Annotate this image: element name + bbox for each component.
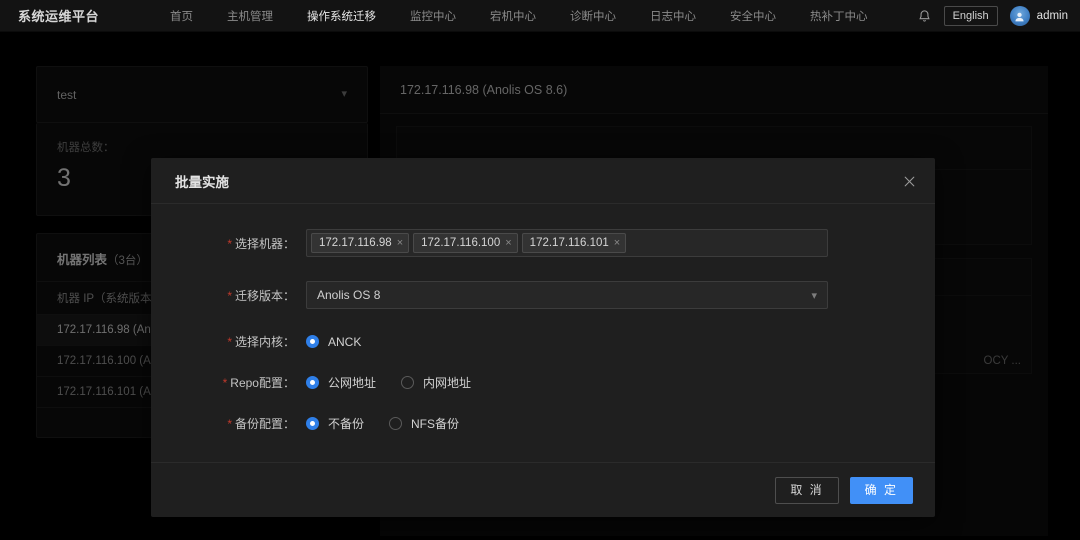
- repo-option-1[interactable]: 内网地址: [401, 374, 471, 391]
- form-row-kernel: * 选择内核： ANCK: [151, 333, 935, 350]
- machine-tag-label: 172.17.116.100: [421, 237, 501, 249]
- app-root: 系统运维平台 首页 主机管理 操作系统迁移 监控中心 宕机中心 诊断中心 日志中心 安全中心热…: [0, 0, 1080, 540]
- dialog-body: * 选择机器： 172.17.116.98 × 172.17.116.100 × 172.…: [151, 204, 935, 462]
- label-machines-text: 选择机器：: [234, 236, 295, 251]
- repo-option-label: 公网地址: [328, 376, 377, 390]
- nav-item-3[interactable]: 监控中心: [393, 8, 473, 24]
- nav-item-0[interactable]: 首页: [153, 8, 210, 24]
- backup-radio-group: 不备份 NFS备份: [306, 415, 484, 432]
- label-kernel-text: 选择内核：: [234, 335, 295, 349]
- required-star: *: [222, 376, 228, 390]
- nav-item-8[interactable]: 热补丁中心: [793, 8, 885, 24]
- language-switch-button[interactable]: English: [943, 6, 998, 26]
- version-select-value: Anolis OS 8: [317, 288, 381, 302]
- label-backup: * 备份配置：: [151, 415, 306, 432]
- version-select[interactable]: Anolis OS 8 ▾: [306, 281, 828, 309]
- label-version-text: 迁移版本：: [234, 288, 295, 303]
- machine-tag-label: 172.17.116.98: [319, 237, 392, 249]
- header-right-group: English admin: [917, 0, 1068, 32]
- main-nav: 首页 主机管理 操作系统迁移 监控中心 宕机中心 诊断中心 日志中心 安全中心 热补丁中心: [153, 8, 885, 24]
- radio-icon: [306, 376, 319, 389]
- form-row-repo: * Repo配置： 公网地址 内网地址: [151, 374, 935, 391]
- form-row-backup: * 备份配置： 不备份 NFS备份: [151, 415, 935, 432]
- machine-tag: 172.17.116.100 ×: [413, 233, 518, 253]
- machines-tag-input[interactable]: 172.17.116.98 × 172.17.116.100 × 172.17.116.…: [306, 229, 828, 257]
- nav-item-2[interactable]: 操作系统迁移: [290, 8, 393, 24]
- kernel-option-0[interactable]: ANCK: [306, 335, 361, 349]
- backup-option-0[interactable]: 不备份: [306, 415, 364, 432]
- machine-tag: 172.17.116.98 ×: [311, 233, 410, 253]
- required-star: *: [227, 335, 232, 349]
- radio-icon: [306, 417, 319, 430]
- top-header: 系统运维平台 首页 主机管理 操作系统迁移 监控中心 宕机中心 诊断中心 日志中心 安全中心热…: [0, 0, 1080, 32]
- required-star: *: [227, 236, 232, 251]
- confirm-button[interactable]: 确 定: [849, 476, 913, 504]
- dialog-footer: 取 消 确 定: [151, 462, 935, 517]
- close-icon[interactable]: [899, 171, 919, 191]
- backup-option-label: NFS备份: [411, 417, 460, 431]
- dialog-header: 批量实施: [151, 158, 935, 204]
- required-star: *: [227, 288, 232, 303]
- batch-implement-dialog: 批量实施 * 选择机器： 172.17.116.98 × 172.17.116.100…: [151, 158, 935, 517]
- kernel-option-label: ANCK: [328, 334, 362, 349]
- dialog-title: 批量实施: [175, 174, 229, 190]
- bell-icon[interactable]: [917, 9, 932, 24]
- nav-item-1[interactable]: 主机管理: [210, 8, 290, 24]
- backup-option-label: 不备份: [328, 417, 365, 431]
- nav-item-6[interactable]: 日志中心: [633, 8, 713, 24]
- user-menu[interactable]: admin: [1009, 6, 1068, 26]
- machine-tag: 172.17.116.101 ×: [521, 233, 627, 253]
- label-machines: * 选择机器：: [151, 235, 306, 252]
- app-brand-title: 系统运维平台: [18, 9, 100, 24]
- nav-item-7[interactable]: 安全中心: [713, 8, 793, 24]
- label-kernel: * 选择内核：: [151, 333, 306, 350]
- nav-item-5[interactable]: 诊断中心: [553, 8, 633, 24]
- chevron-down-icon: ▾: [811, 289, 817, 302]
- form-row-machines: * 选择机器： 172.17.116.98 × 172.17.116.100 × 172.…: [151, 229, 935, 257]
- tag-remove-icon[interactable]: ×: [397, 237, 403, 249]
- repo-radio-group: 公网地址 内网地址: [306, 374, 496, 391]
- kernel-radio-group: ANCK: [306, 335, 386, 349]
- machine-tag-label: 172.17.116.101: [529, 237, 609, 249]
- label-backup-text: 备份配置：: [234, 417, 295, 431]
- repo-option-0[interactable]: 公网地址: [306, 374, 376, 391]
- backup-option-1[interactable]: NFS备份: [389, 415, 459, 432]
- nav-item-4[interactable]: 宕机中心: [473, 8, 553, 24]
- username-label: admin: [1036, 10, 1068, 22]
- label-version: * 迁移版本：: [151, 287, 306, 304]
- radio-icon: [306, 335, 319, 348]
- tag-remove-icon[interactable]: ×: [505, 237, 511, 249]
- page-body: test ▾ 机器总数： 3 机器列表（3台） 机器 IP（系统版本） 172.…: [0, 32, 1080, 540]
- cancel-button[interactable]: 取 消: [775, 476, 839, 504]
- repo-option-label: 内网地址: [423, 376, 472, 390]
- label-repo: * Repo配置：: [151, 374, 306, 391]
- radio-icon: [389, 417, 403, 430]
- radio-icon: [401, 376, 415, 389]
- label-repo-text: Repo配置：: [230, 376, 295, 390]
- user-avatar-icon: [1009, 6, 1030, 26]
- required-star: *: [227, 417, 232, 431]
- form-row-version: * 迁移版本： Anolis OS 8 ▾: [151, 281, 935, 309]
- tag-remove-icon[interactable]: ×: [614, 237, 620, 249]
